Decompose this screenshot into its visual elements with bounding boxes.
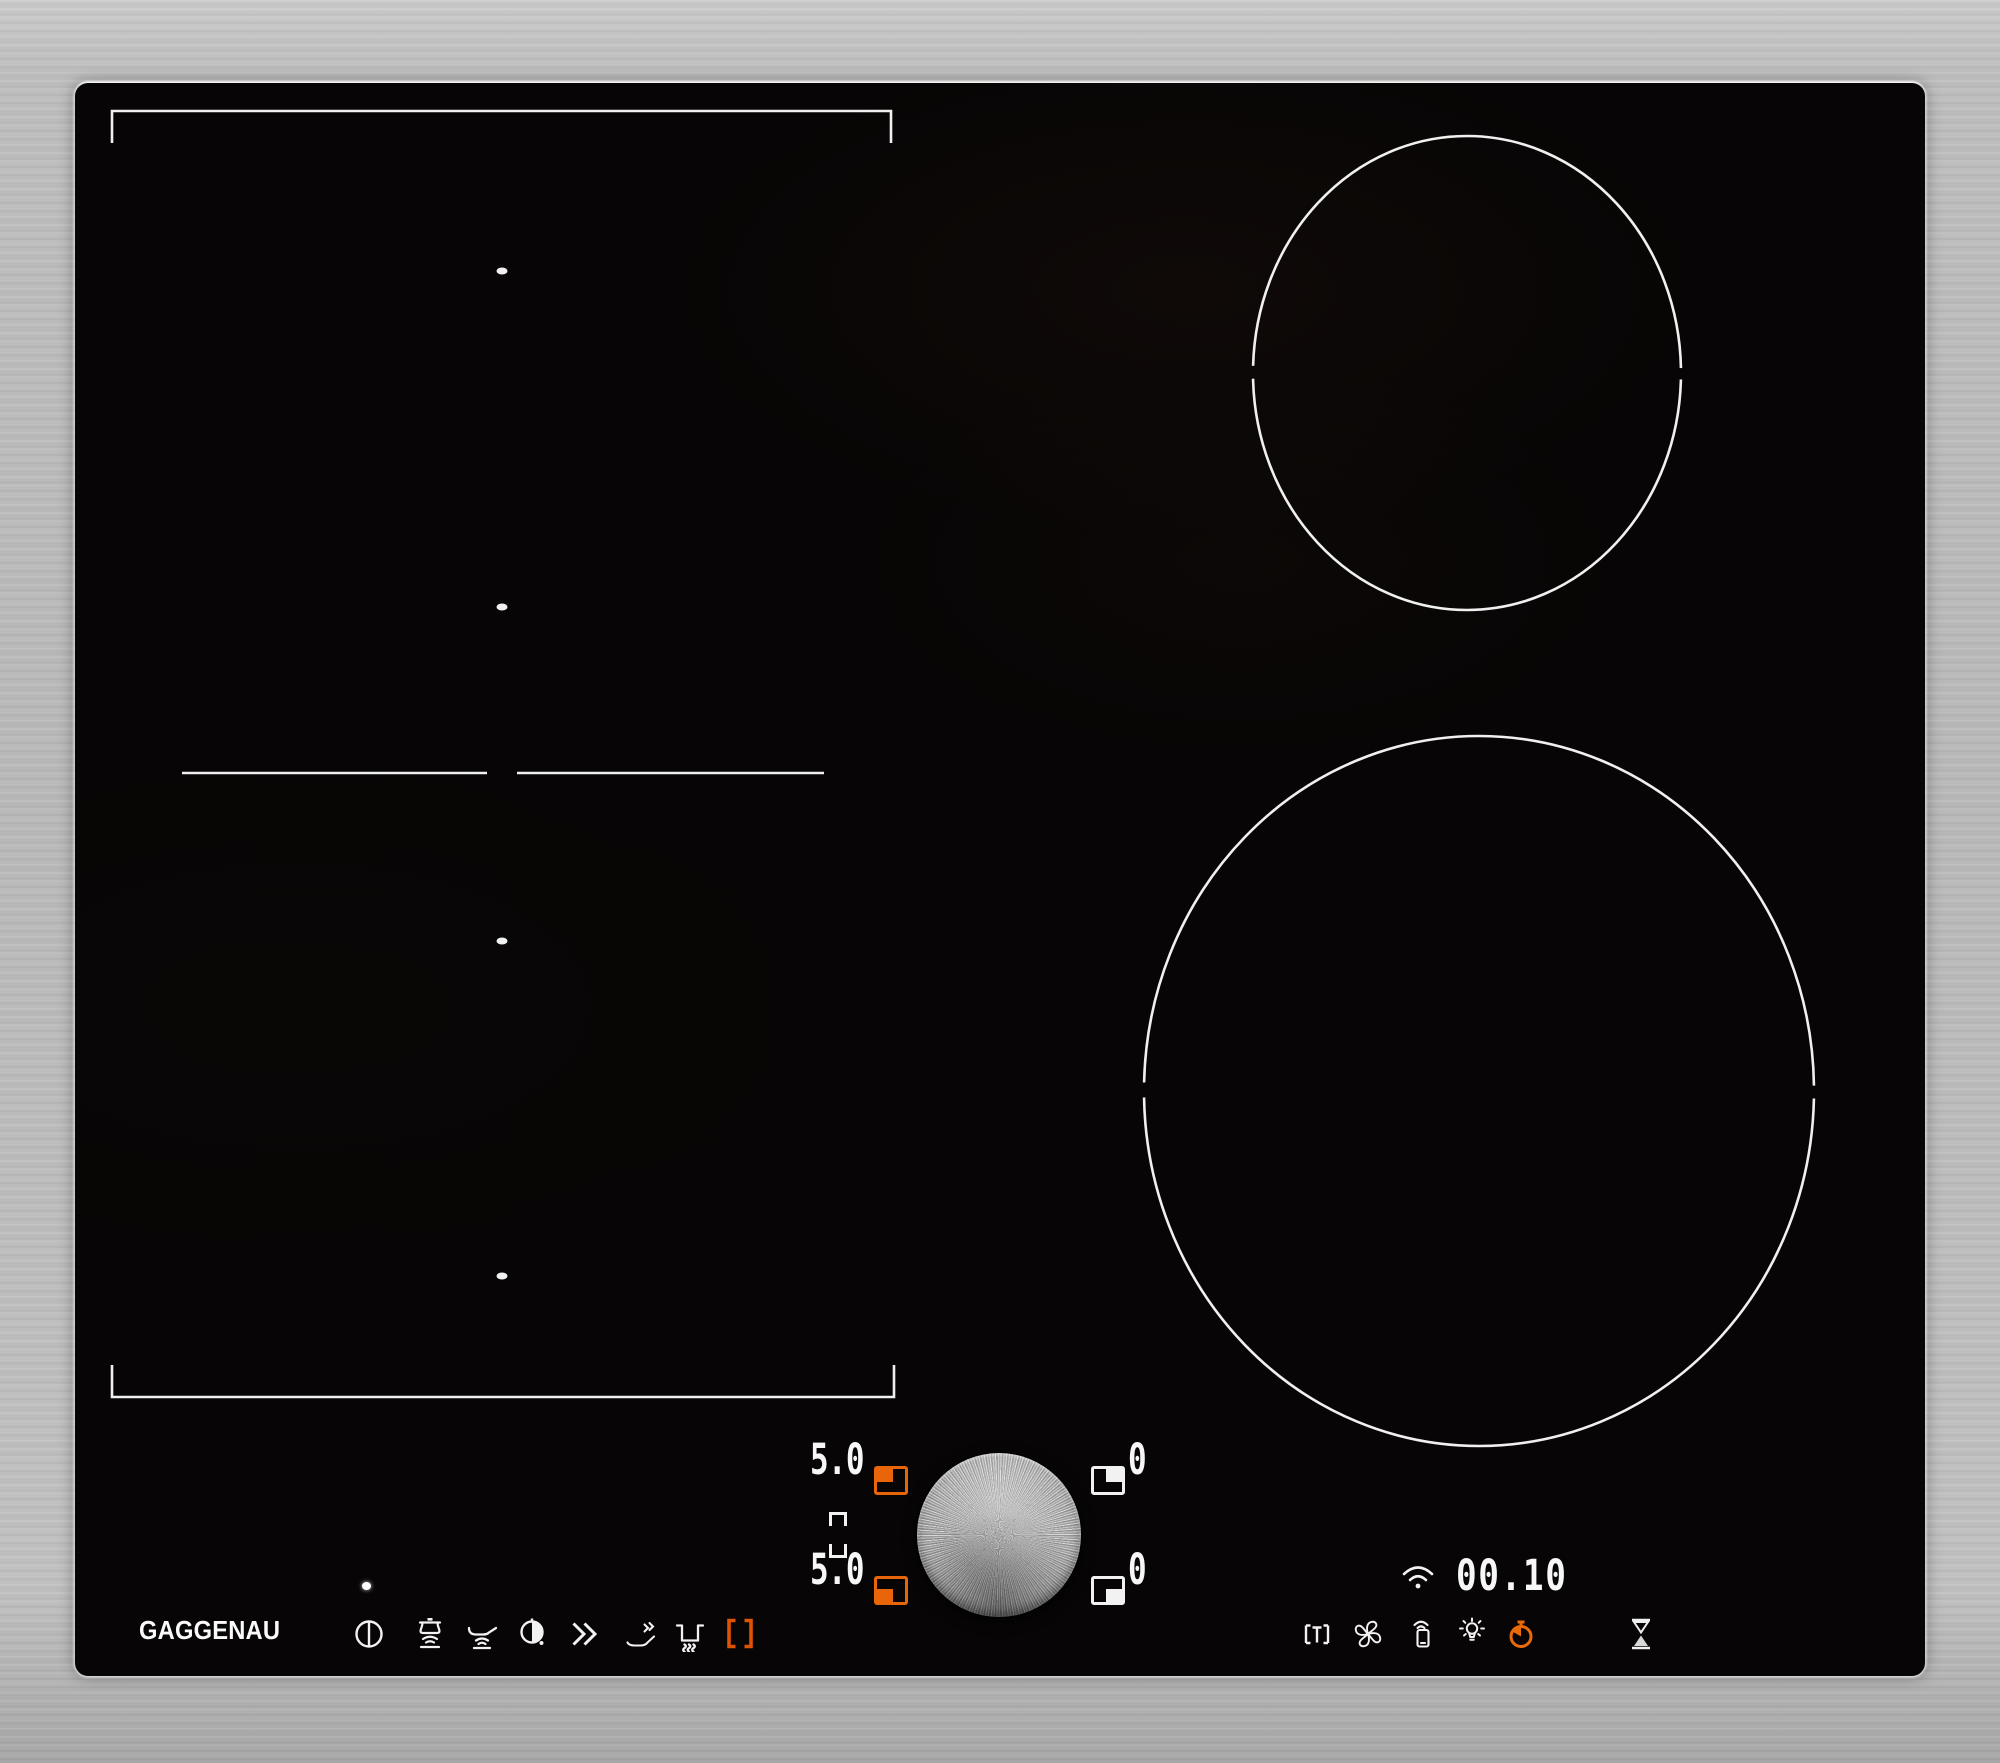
- hood-connect-icon[interactable]: [1299, 1616, 1335, 1652]
- zone-quadrant: [1106, 1588, 1122, 1602]
- power-level-display-bottom-right: 0: [1128, 1545, 1147, 1595]
- fan-icon[interactable]: [1350, 1616, 1386, 1652]
- boost-icon[interactable]: [566, 1616, 602, 1652]
- stopwatch-icon[interactable]: [1503, 1616, 1539, 1652]
- light-icon[interactable]: [1454, 1616, 1490, 1652]
- bridge-indicator-top: [829, 1512, 847, 1526]
- zone-bottom-left-icon: [874, 1576, 908, 1605]
- zone-bottom-right-icon: [1091, 1576, 1125, 1605]
- zone-ring-bottom-right: [1142, 734, 1816, 1448]
- zone-quadrant: [1106, 1469, 1122, 1483]
- brand-logo: GAGGENAU: [139, 1617, 281, 1645]
- pot-sensor-icon[interactable]: [412, 1616, 448, 1652]
- status-led: [362, 1582, 371, 1590]
- zone-quadrant: [877, 1469, 893, 1483]
- zone-top-right-icon: [1091, 1466, 1125, 1495]
- zone-markings: [110, 109, 1816, 1448]
- cooktop: GAGGENAU 5.0 5.0 0 0 00.10: [0, 0, 2000, 1763]
- flex-zone-icon[interactable]: [722, 1616, 758, 1652]
- power-icon[interactable]: [351, 1616, 387, 1652]
- flex-zone-bracket-bottom: [110, 1365, 896, 1399]
- flex-zone-marker-dots: [496, 267, 508, 1280]
- zone-ring-top-right: [1251, 134, 1683, 612]
- remote-wifi-icon[interactable]: [1404, 1616, 1440, 1652]
- timer-display: 00.10: [1456, 1551, 1568, 1601]
- ceramic-glass: GAGGENAU 5.0 5.0 0 0 00.10: [75, 83, 1925, 1676]
- zone-quadrant: [877, 1588, 893, 1602]
- power-level-display-bottom-left: 5.0: [810, 1545, 864, 1595]
- power-level-display-top-right: 0: [1128, 1435, 1147, 1485]
- zone-top-left-icon: [874, 1466, 908, 1495]
- power-level-display-top-left: 5.0: [810, 1435, 864, 1485]
- wifi-icon: [1396, 1560, 1440, 1596]
- flex-zone-bracket-top: [110, 109, 893, 143]
- control-knob[interactable]: [917, 1453, 1081, 1617]
- hourglass-icon[interactable]: [1623, 1616, 1659, 1652]
- move-pan-icon[interactable]: [623, 1616, 659, 1652]
- pan-sensor-icon[interactable]: [464, 1616, 500, 1652]
- timer-clock-icon[interactable]: [514, 1616, 550, 1652]
- keep-warm-icon[interactable]: [671, 1616, 707, 1652]
